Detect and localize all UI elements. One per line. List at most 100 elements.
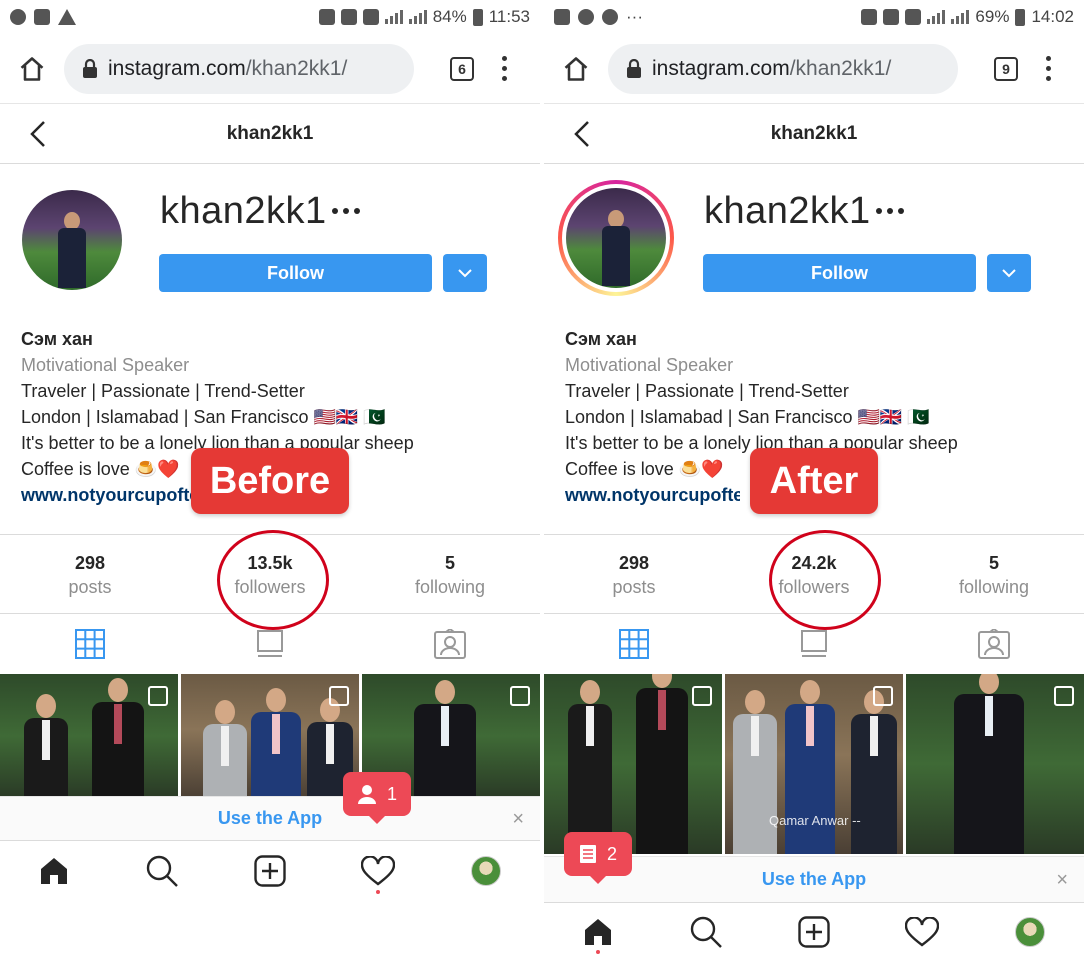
signal-icon-2: [408, 10, 427, 24]
more-options-button[interactable]: [332, 208, 360, 214]
back-button[interactable]: [26, 118, 54, 150]
tab-switcher-button[interactable]: 6: [450, 56, 474, 81]
browser-menu-button[interactable]: [1046, 56, 1054, 81]
avatar[interactable]: [566, 188, 666, 288]
post-thumbnail[interactable]: [0, 674, 178, 798]
use-app-link[interactable]: Use the App: [762, 869, 866, 890]
signal-icon: [384, 10, 403, 24]
heart-icon: [905, 916, 939, 947]
tab-tagged[interactable]: [904, 614, 1084, 674]
battery-percent: 84%: [432, 7, 467, 26]
browser-menu-button[interactable]: [502, 56, 510, 81]
wifi-icon: [905, 9, 922, 25]
home-button[interactable]: [14, 51, 50, 87]
grid-icon: [75, 629, 105, 659]
tab-tagged[interactable]: [360, 614, 540, 674]
url-path: /khan2kk1/: [789, 56, 892, 80]
profile-tabs: [0, 614, 540, 674]
avatar[interactable]: [22, 190, 122, 290]
multiple-posts-icon: [329, 686, 349, 706]
close-icon[interactable]: ×: [512, 809, 524, 829]
profile-header: khan2kk1: [544, 104, 1084, 164]
bio-line: Traveler | Passionate | Trend-Setter: [565, 381, 849, 401]
url-field[interactable]: instagram.com/khan2kk1/: [64, 43, 414, 94]
follower-notification-bubble[interactable]: 1: [343, 772, 411, 824]
status-bar: 84% 11:53: [0, 0, 540, 34]
profile-avatar-icon: [1015, 916, 1045, 947]
tagged-icon: [978, 629, 1010, 659]
nav-profile[interactable]: [432, 841, 540, 900]
url-field[interactable]: instagram.com/khan2kk1/: [608, 43, 958, 94]
home-button[interactable]: [558, 51, 594, 87]
tab-feed[interactable]: [724, 614, 904, 674]
post-thumbnail[interactable]: Qamar Anwar --: [725, 674, 903, 854]
multiple-posts-icon: [510, 686, 530, 706]
bottom-nav: [0, 840, 540, 900]
website-link[interactable]: www.notyourcupoftea.com: [565, 482, 740, 508]
nav-search[interactable]: [652, 903, 760, 960]
user-icon: [357, 785, 376, 804]
profile-header: khan2kk1: [0, 104, 540, 164]
following-stat[interactable]: 5 following: [904, 535, 1084, 613]
before-screenshot: 84% 11:53 instagram.com/khan2kk1/ 6 khan…: [0, 0, 540, 960]
follow-button[interactable]: Follow: [159, 254, 432, 292]
category: Motivational Speaker: [21, 355, 190, 375]
home-icon: [564, 56, 588, 81]
post-thumbnail[interactable]: [544, 674, 722, 854]
following-count: 5: [988, 553, 999, 573]
bio-line: London | Islamabad | San Francisco 🇺🇸🇬🇧 …: [21, 407, 386, 427]
following-stat[interactable]: 5 following: [360, 535, 540, 613]
nav-profile[interactable]: [976, 903, 1084, 960]
nav-home[interactable]: [0, 841, 108, 900]
clock: 14:02: [1031, 7, 1074, 26]
more-options-button[interactable]: [876, 208, 904, 214]
tab-feed[interactable]: [180, 614, 360, 674]
tab-switcher-button[interactable]: 9: [994, 56, 1018, 81]
posts-grid: [0, 674, 540, 798]
battery-percent: 69%: [975, 7, 1010, 26]
website-link[interactable]: www.notyourcupoftea.com: [21, 482, 196, 508]
use-app-link[interactable]: Use the App: [218, 808, 322, 829]
url-host: instagram.com: [108, 56, 246, 80]
close-icon[interactable]: ×: [1056, 870, 1068, 890]
lock-icon: [83, 58, 97, 78]
before-label: Before: [191, 448, 349, 514]
multiple-posts-icon: [1054, 686, 1074, 706]
nav-new-post[interactable]: [216, 841, 324, 900]
nav-activity[interactable]: [868, 903, 976, 960]
nav-search[interactable]: [108, 841, 216, 900]
search-icon: [690, 916, 722, 948]
posts-count: 298: [74, 553, 106, 573]
clock: 11:53: [488, 7, 530, 26]
posts-label: posts: [68, 577, 112, 597]
mute-icon: [340, 9, 357, 25]
search-icon: [146, 855, 178, 887]
suggestions-dropdown-button[interactable]: [443, 254, 487, 292]
battery-icon: [1015, 8, 1026, 26]
posts-notification-bubble[interactable]: 2: [564, 832, 632, 884]
heart-icon: [361, 855, 395, 886]
profile-tabs: [544, 614, 1084, 674]
bottom-nav: [544, 902, 1084, 960]
browser-toolbar: instagram.com/khan2kk1/ 9: [544, 34, 1084, 104]
post-thumbnail[interactable]: [906, 674, 1084, 854]
nav-new-post[interactable]: [760, 903, 868, 960]
multiple-posts-icon: [692, 686, 712, 706]
nav-home[interactable]: [544, 903, 652, 960]
full-name: Сэм хан: [21, 329, 93, 349]
warning-icon: [58, 9, 76, 25]
suggestions-dropdown-button[interactable]: [987, 254, 1031, 292]
photo-watermark: Qamar Anwar --: [769, 813, 861, 828]
tab-grid[interactable]: [0, 614, 180, 674]
url-host: instagram.com: [652, 56, 790, 80]
story-ring[interactable]: [558, 180, 674, 296]
posts-stat: 298 posts: [544, 535, 724, 613]
browser-toolbar: instagram.com/khan2kk1/ 6: [0, 34, 540, 104]
home-icon: [20, 56, 44, 81]
person-add-icon: [578, 9, 594, 25]
follow-button[interactable]: Follow: [703, 254, 976, 292]
tab-grid[interactable]: [544, 614, 724, 674]
back-button[interactable]: [570, 118, 598, 150]
nav-activity[interactable]: [324, 841, 432, 900]
post-thumbnail[interactable]: [181, 674, 359, 798]
